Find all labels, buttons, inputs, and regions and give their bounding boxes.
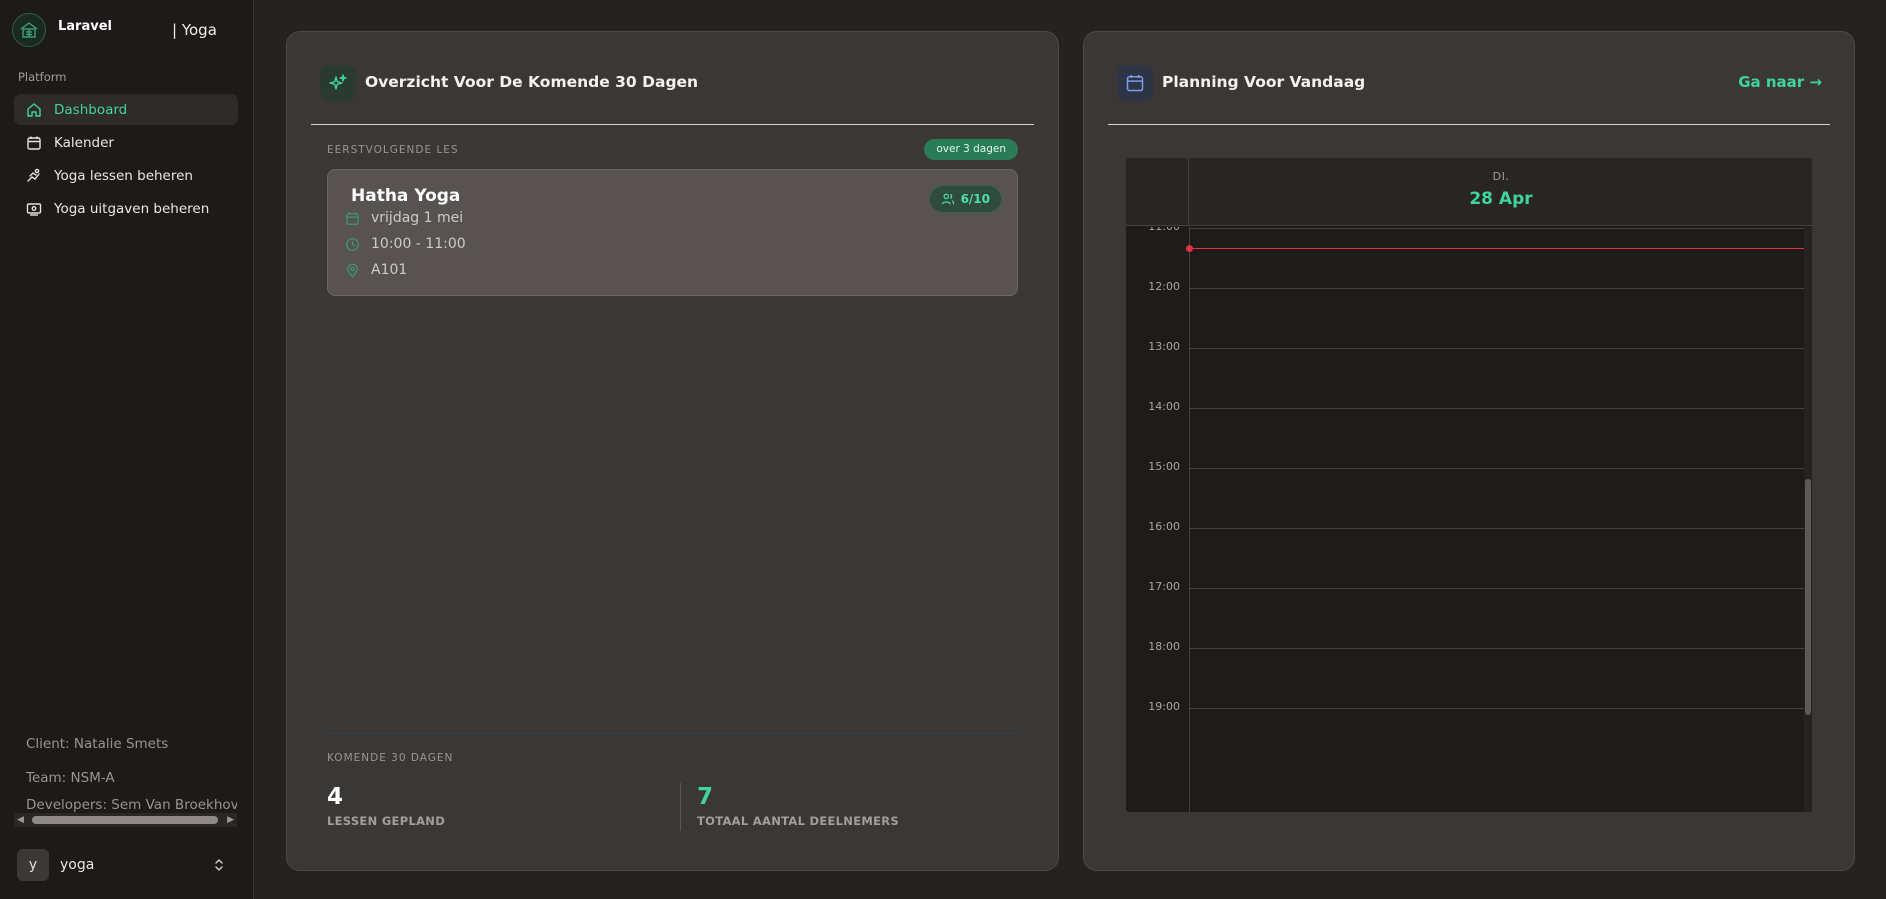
calendar-header: DI. 28 Apr xyxy=(1126,158,1812,226)
calendar-scrollbar[interactable] xyxy=(1804,227,1812,812)
hour-gridline xyxy=(1190,408,1804,409)
hour-gridline xyxy=(1190,528,1804,529)
lesson-location-row: A101 xyxy=(345,262,407,278)
hour-gridline xyxy=(1190,468,1804,469)
hour-label: 14:00 xyxy=(1148,400,1180,413)
chevron-up-down-icon xyxy=(211,857,227,873)
sparkles-icon xyxy=(320,65,356,101)
scroll-right-arrow-icon[interactable]: ▶ xyxy=(227,815,234,825)
calendar-date[interactable]: 28 Apr xyxy=(1190,189,1812,209)
hour-label: 15:00 xyxy=(1148,460,1180,473)
expenses-icon xyxy=(26,201,42,217)
next-lesson-card[interactable]: Hatha Yoga vrijdag 1 mei 10:00 - 11:00 A… xyxy=(327,169,1018,296)
stat-total-participants: 7 TOTAAL AANTAL DEELNEMERS xyxy=(697,784,899,828)
stat-label: LESSEN GEPLAND xyxy=(327,814,446,828)
stat-value: 4 xyxy=(327,784,344,810)
hour-label: 19:00 xyxy=(1148,700,1180,713)
day-calendar: DI. 28 Apr 10:0011:0012:0013:0014:0015:0… xyxy=(1125,157,1813,813)
sidebar-nav: Dashboard Kalender Yoga lessen beheren Y… xyxy=(14,94,238,226)
current-time-line xyxy=(1190,248,1804,249)
hour-label: 16:00 xyxy=(1148,520,1180,533)
scroll-left-arrow-icon[interactable]: ◀ xyxy=(17,815,24,825)
sidebar-item-dashboard[interactable]: Dashboard xyxy=(14,94,238,125)
client-info: Client: Natalie Smets xyxy=(26,736,169,752)
calendar-scrollbar-thumb[interactable] xyxy=(1805,479,1811,715)
goto-calendar-link[interactable]: Ga naar → xyxy=(1738,73,1822,91)
brand[interactable]: Laravel | Yoga xyxy=(12,13,242,49)
hour-gridline xyxy=(1190,708,1804,709)
hour-label: 18:00 xyxy=(1148,640,1180,653)
lesson-time: 10:00 - 11:00 xyxy=(371,236,466,252)
overview-title: Overzicht Voor De Komende 30 Dagen xyxy=(365,73,699,91)
scrollbar-thumb[interactable] xyxy=(32,816,218,824)
nav-heading: Platform xyxy=(18,70,67,84)
stats-label: KOMENDE 30 DAGEN xyxy=(327,752,454,764)
team-info: Team: NSM-A xyxy=(26,770,115,786)
hour-gridline xyxy=(1190,228,1804,229)
lesson-location: A101 xyxy=(371,262,408,278)
sidebar-item-label: Kalender xyxy=(54,134,114,151)
time-gutter-divider xyxy=(1189,227,1190,812)
avatar: y xyxy=(17,849,49,881)
sidebar-item-yoga-lessen[interactable]: Yoga lessen beheren xyxy=(14,160,238,191)
capacity-badge: 6/10 xyxy=(928,185,1002,213)
clock-icon xyxy=(345,237,360,252)
sidebar-item-yoga-uitgaven[interactable]: Yoga uitgaven beheren xyxy=(14,193,238,224)
brand-suffix: | Yoga xyxy=(172,21,217,39)
overview-header: Overzicht Voor De Komende 30 Dagen xyxy=(311,62,1034,125)
overview-panel: Overzicht Voor De Komende 30 Dagen EERST… xyxy=(286,31,1059,871)
planning-panel: Planning Voor Vandaag Ga naar → DI. 28 A… xyxy=(1083,31,1855,871)
lesson-time-row: 10:00 - 11:00 xyxy=(345,236,466,252)
calendar-icon xyxy=(26,135,42,151)
calendar-header-gutter xyxy=(1126,158,1189,226)
lesson-date: vrijdag 1 mei xyxy=(371,210,464,226)
users-icon xyxy=(941,192,955,206)
hour-gridline xyxy=(1190,648,1804,649)
stat-label: TOTAAL AANTAL DEELNEMERS xyxy=(697,814,900,828)
sidebar-item-kalender[interactable]: Kalender xyxy=(14,127,238,158)
planning-header: Planning Voor Vandaag Ga naar → xyxy=(1108,62,1830,125)
hour-gridline xyxy=(1190,588,1804,589)
sidebar-item-label: Yoga uitgaven beheren xyxy=(54,200,210,217)
calendar-icon xyxy=(345,211,360,226)
calendar-icon xyxy=(1117,65,1153,101)
planning-title: Planning Voor Vandaag xyxy=(1162,73,1366,91)
calendar-day-name: DI. xyxy=(1492,170,1510,183)
user-name: yoga xyxy=(60,857,95,873)
status-badge: over 3 dagen xyxy=(924,139,1018,160)
hour-label: 13:00 xyxy=(1148,340,1180,353)
yoga-lessons-icon xyxy=(26,168,42,184)
calendar-timeline[interactable]: 10:0011:0012:0013:0014:0015:0016:0017:00… xyxy=(1126,227,1812,812)
hour-gridline xyxy=(1190,288,1804,289)
sidebar-item-label: Dashboard xyxy=(54,101,128,118)
lesson-title: Hatha Yoga xyxy=(351,186,461,206)
sidebar-item-label: Yoga lessen beheren xyxy=(54,167,193,184)
home-icon xyxy=(26,102,42,118)
hour-label: 11:00 xyxy=(1136,227,1180,233)
developers-info: Developers: Sem Van Broekhoven xyxy=(26,797,237,813)
sidebar-horizontal-scrollbar[interactable]: ◀ ▶ xyxy=(14,813,237,827)
logo-icon xyxy=(12,13,46,47)
map-pin-icon xyxy=(345,263,360,278)
stats-divider xyxy=(327,733,1018,734)
capacity-value: 6/10 xyxy=(960,192,990,206)
hour-label: 17:00 xyxy=(1148,580,1180,593)
sidebar: Laravel | Yoga Platform Dashboard Kalend… xyxy=(0,0,254,899)
stat-value: 7 xyxy=(697,784,714,810)
current-time-dot xyxy=(1186,245,1193,252)
next-lesson-label: EERSTVOLGENDE LES xyxy=(327,144,459,156)
hour-gridline xyxy=(1190,348,1804,349)
user-menu[interactable]: y yoga xyxy=(17,849,227,881)
lesson-date-row: vrijdag 1 mei xyxy=(345,210,463,226)
stat-separator xyxy=(680,783,681,831)
hour-label: 12:00 xyxy=(1148,280,1180,293)
brand-name: Laravel xyxy=(58,19,112,34)
stat-lessons-planned: 4 LESSEN GEPLAND xyxy=(327,784,445,828)
